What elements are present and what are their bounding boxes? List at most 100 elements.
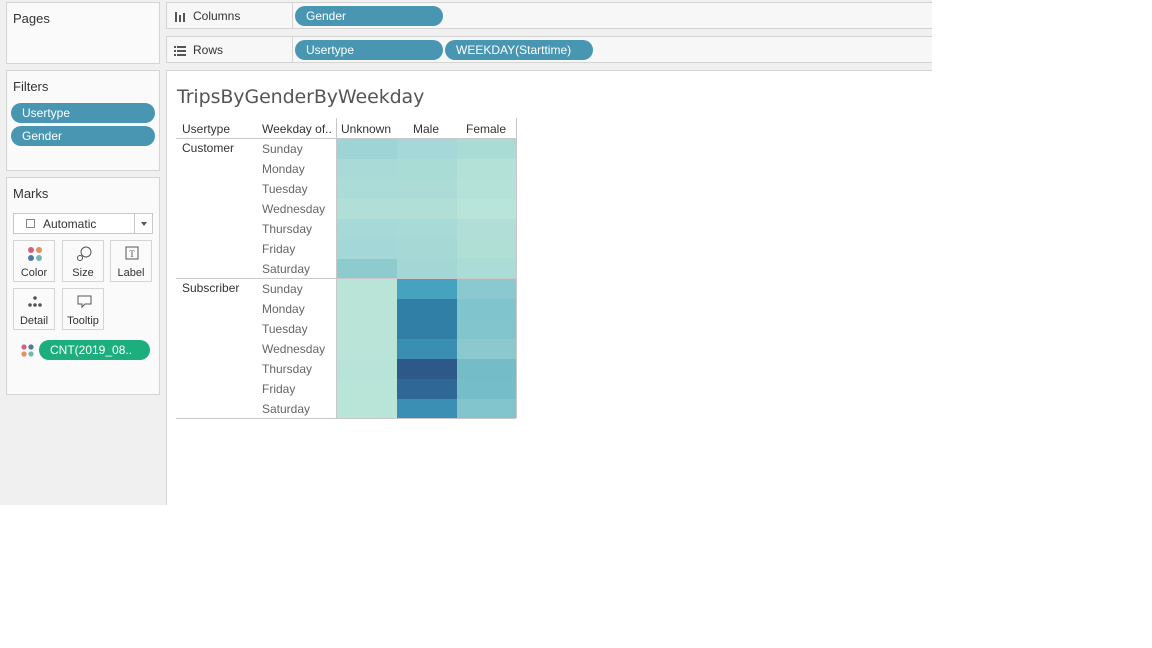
label-label: Label [117,267,145,279]
color-button[interactable]: Color [13,240,55,282]
header-usertype[interactable]: Usertype [182,122,230,136]
marks-card: Marks Automatic Color Size T Label Detai… [6,177,160,395]
heatmap-cell-female[interactable] [457,179,516,199]
heatmap-cell-unknown[interactable] [337,399,397,419]
weekday-label: Monday [262,162,305,176]
header-gender-female[interactable]: Female [456,122,516,136]
heatmap-cell-female[interactable] [457,259,516,279]
color-icon [14,246,54,262]
heatmap-cell-unknown[interactable] [337,379,397,399]
size-label: Size [72,267,94,279]
header-weekday[interactable]: Weekday of.. [262,122,332,136]
heatmap-cell-male[interactable] [397,399,457,419]
heatmap-cell-male[interactable] [397,379,457,399]
heatmap-cell-male[interactable] [397,319,457,339]
heatmap-cell-unknown[interactable] [337,259,397,279]
heatmap-cell-unknown[interactable] [337,139,397,159]
size-button[interactable]: Size [62,240,104,282]
detail-button[interactable]: Detail [13,288,55,330]
weekday-label: Thursday [262,362,313,376]
pane-right-edge [516,118,517,418]
weekday-label: Saturday [262,402,311,416]
shelf-divider [292,37,293,62]
heatmap-cell-male[interactable] [397,139,457,159]
weekday-label: Tuesday [262,182,308,196]
rows-shelf[interactable]: Rows Usertype WEEKDAY(Starttime) [166,36,932,63]
viz-title: TripsByGenderByWeekday [177,86,425,108]
weekday-label: Thursday [262,222,313,236]
heatmap-cell-male[interactable] [397,159,457,179]
color-label: Color [20,267,48,279]
weekday-label: Sunday [262,282,303,296]
filter-pill-gender[interactable]: Gender [11,126,155,146]
heatmap-cell-female[interactable] [457,279,516,299]
heatmap-cell-unknown[interactable] [337,219,397,239]
weekday-label: Friday [262,242,296,256]
heatmap-cell-female[interactable] [457,379,516,399]
heatmap-cell-male[interactable] [397,259,457,279]
shelf-divider [292,3,293,28]
marks-title: Marks [13,186,49,201]
heatmap-cell-unknown[interactable] [337,199,397,219]
heatmap-cell-unknown[interactable] [337,299,397,319]
label-button[interactable]: T Label [110,240,152,282]
weekday-label: Friday [262,382,296,396]
color-field-pill[interactable]: CNT(2019_08.. [39,340,150,360]
group-label-subscriber[interactable]: Subscriber [182,281,239,295]
chevron-down-icon[interactable] [134,214,152,233]
mark-type-icon [26,219,35,228]
pages-card[interactable]: Pages [6,2,160,64]
mark-type-label: Automatic [43,217,97,231]
heatmap-cell-male[interactable] [397,239,457,259]
tooltip-button[interactable]: Tooltip [62,288,104,330]
heatmap-cell-unknown[interactable] [337,319,397,339]
filters-title: Filters [13,79,49,94]
heatmap-cell-male[interactable] [397,199,457,219]
row-pill-usertype[interactable]: Usertype [295,40,443,60]
heatmap-cell-female[interactable] [457,159,516,179]
heatmap-cell-unknown[interactable] [337,179,397,199]
heatmap-cell-female[interactable] [457,239,516,259]
heatmap-cell-male[interactable] [397,179,457,199]
heatmap-cell-male[interactable] [397,279,457,299]
rows-icon [174,44,186,56]
weekday-label: Tuesday [262,322,308,336]
header-gender-unknown[interactable]: Unknown [336,122,396,136]
heatmap-cell-unknown[interactable] [337,279,397,299]
group-rule [176,278,516,279]
heatmap-cell-unknown[interactable] [337,159,397,179]
column-pill-gender[interactable]: Gender [295,6,443,26]
heatmap-cell-male[interactable] [397,359,457,379]
text-label-icon: T [111,246,151,262]
heatmap-cell-female[interactable] [457,219,516,239]
heatmap-cell-unknown[interactable] [337,239,397,259]
detail-label: Detail [19,315,49,327]
heatmap-cell-unknown[interactable] [337,339,397,359]
heatmap-cell-male[interactable] [397,339,457,359]
heatmap-cell-female[interactable] [457,199,516,219]
heatmap-cell-female[interactable] [457,359,516,379]
heatmap-cell-female[interactable] [457,139,516,159]
heatmap-cell-female[interactable] [457,339,516,359]
columns-icon [174,10,186,22]
mark-type-dropdown[interactable]: Automatic [13,213,153,234]
tooltip-icon [63,294,103,310]
rows-label: Rows [193,43,224,57]
heatmap-cell-male[interactable] [397,299,457,319]
weekday-label: Sunday [262,142,303,156]
weekday-label: Saturday [262,262,311,276]
size-icon [63,246,103,262]
filter-pill-usertype[interactable]: Usertype [11,103,155,123]
heatmap-cell-male[interactable] [397,219,457,239]
heatmap-cell-female[interactable] [457,299,516,319]
heatmap-cell-unknown[interactable] [337,359,397,379]
pages-title: Pages [13,11,50,26]
group-label-customer[interactable]: Customer [182,141,234,155]
row-pill-weekday[interactable]: WEEKDAY(Starttime) [445,40,593,60]
heatmap-cell-female[interactable] [457,319,516,339]
header-gender-male[interactable]: Male [396,122,456,136]
weekday-label: Monday [262,302,305,316]
columns-shelf[interactable]: Columns Gender [166,2,932,29]
heatmap-cell-female[interactable] [457,399,516,419]
detail-icon [14,294,54,310]
